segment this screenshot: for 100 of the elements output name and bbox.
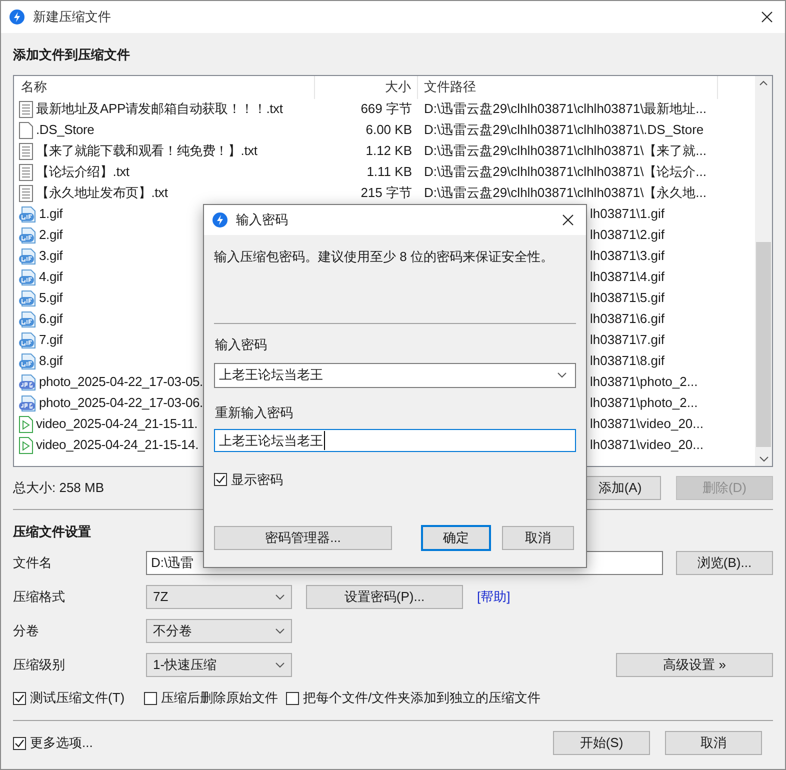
scrollbar[interactable] (755, 76, 772, 466)
file-size: 215 字节 (360, 185, 412, 200)
scroll-down-icon (758, 456, 768, 462)
checkbox[interactable] (214, 473, 227, 486)
gif-file-icon (19, 352, 36, 370)
total-size: 总大小: 258 MB (13, 478, 104, 497)
file-name: video_2025-04-24_21-15-11. (36, 415, 198, 434)
file-name: photo_2025-04-22_17-03-06. (39, 394, 203, 412)
check-icon (14, 738, 25, 748)
file-size: 6.00 KB (366, 122, 412, 138)
file-path: D:\迅雷云盘29\clhlh03871\clhlh03871\.DS_Store (424, 122, 704, 138)
file-icon (19, 122, 33, 138)
file-size: 669 字节 (360, 101, 412, 116)
file-path: D:\迅雷云盘29\clhlh03871\clhlh03871\【论坛介... (424, 164, 707, 180)
gif-file-icon (19, 290, 36, 306)
file-path: D:\迅雷云盘29\clhlh03871\clhlh03871\【永久地... (424, 185, 707, 200)
checkbox[interactable] (286, 692, 299, 704)
file-size: 1.11 KB (366, 164, 412, 180)
file-path: lh03871\7.gif (590, 332, 664, 348)
file-path: lh03871\video_20... (590, 416, 704, 432)
chevron-down-icon (275, 628, 285, 634)
document-icon (19, 100, 33, 118)
file-name: 2.gif (39, 226, 63, 244)
file-path: D:\迅雷云盘29\clhlh03871\clhlh03871\【来了就... (424, 143, 707, 158)
check-icon (215, 474, 226, 486)
help-link[interactable]: [帮助] (477, 587, 510, 607)
gif-file-icon (19, 248, 36, 264)
file-name: 8.gif (39, 352, 63, 370)
dialog-title: 输入密码 (236, 211, 289, 230)
file-path: lh03871\5.gif (590, 290, 664, 306)
file-name: photo_2025-04-22_17-03-05. (39, 373, 203, 392)
video-file-icon (19, 416, 33, 432)
column-header[interactable]: 文件路径 (418, 76, 718, 98)
file-name: 3.gif (39, 247, 63, 266)
checkbox-label: 压缩后删除原始文件 (161, 689, 278, 708)
field-label: 重新输入密码 (214, 404, 294, 422)
confirm-password-field[interactable]: 上老王论坛当老王 (214, 429, 576, 452)
document-icon (19, 164, 33, 180)
set-password-button[interactable]: 设置密码(P)... (306, 585, 463, 609)
file-name: 5.gif (39, 289, 63, 308)
file-name: 【永久地址发布页】.txt (36, 184, 168, 202)
file-name: 7.gif (39, 331, 63, 350)
checkbox-label: 更多选项... (30, 734, 93, 752)
column-header[interactable]: 大小 (315, 76, 418, 98)
checkbox[interactable] (144, 692, 157, 704)
button[interactable]: 确定 (421, 524, 491, 550)
file-path: lh03871\2.gif (590, 227, 664, 242)
file-name: 【论坛介绍】.txt (36, 163, 130, 182)
gif-file-icon (19, 310, 36, 328)
field-label: 压缩格式 (13, 588, 66, 606)
file-name: 最新地址及APP请发邮箱自动获取！！！.txt (36, 100, 283, 118)
file-path: lh03871\photo_2... (590, 374, 698, 390)
level-dropdown[interactable]: 1-快速压缩 (146, 653, 292, 677)
file-name: .DS_Store (36, 121, 94, 140)
column-header[interactable]: 名称 (14, 76, 315, 98)
window-title: 新建压缩文件 (33, 8, 112, 26)
file-name: 【来了就能下载和观看！纯免费！】.txt (36, 142, 258, 160)
app-logo-icon (212, 212, 228, 228)
field-label: 压缩级别 (13, 656, 66, 674)
split-dropdown[interactable]: 不分卷 (146, 619, 292, 643)
file-path: lh03871\3.gif (590, 248, 664, 264)
format-dropdown[interactable]: 7Z (146, 585, 292, 609)
file-path: lh03871\8.gif (590, 353, 664, 368)
gif-file-icon (19, 268, 36, 286)
field-label: 文件名 (13, 554, 53, 572)
file-name: video_2025-04-24_21-15-14. (36, 436, 198, 454)
gif-file-icon (19, 332, 36, 348)
checkbox-label: 显示密码 (231, 471, 283, 489)
scroll-up-icon (759, 80, 768, 86)
advanced-settings-button[interactable]: 高级设置 » (616, 653, 773, 677)
button[interactable]: 开始(S) (553, 731, 650, 755)
document-icon (19, 184, 33, 202)
password-combobox[interactable]: 上老王论坛当老王 (214, 362, 576, 388)
close-icon (562, 214, 574, 226)
chevron-down-icon (275, 594, 285, 600)
file-name: 6.gif (39, 310, 63, 328)
file-name: 4.gif (39, 268, 63, 286)
browse-button[interactable]: 浏览(B)... (676, 551, 773, 575)
image-file-icon (19, 394, 36, 412)
close-icon (761, 11, 773, 23)
checkbox-label: 把每个文件/文件夹添加到独立的压缩文件 (303, 689, 541, 708)
gif-file-icon (19, 226, 36, 244)
section-title: 添加文件到压缩文件 (13, 46, 130, 64)
file-path: D:\迅雷云盘29\clhlh03871\clhlh03871\最新地址... (424, 101, 707, 116)
file-path: lh03871\1.gif (590, 206, 664, 222)
scrollbar-thumb[interactable] (756, 242, 771, 447)
section-title: 压缩文件设置 (13, 522, 91, 540)
button[interactable]: 取消 (665, 731, 762, 755)
checkbox[interactable] (13, 736, 26, 750)
app-logo-icon (9, 9, 25, 25)
button[interactable]: 取消 (502, 526, 574, 550)
file-name: 1.gif (39, 205, 63, 224)
image-file-icon (19, 374, 36, 390)
file-path: lh03871\4.gif (590, 269, 664, 284)
gif-file-icon (19, 206, 36, 222)
checkbox[interactable] (13, 692, 26, 704)
button[interactable]: 密码管理器... (214, 526, 392, 550)
dialog-description: 输入压缩包密码。建议使用至少 8 位的密码来保证安全性。 (214, 248, 554, 265)
chevron-down-icon (275, 662, 285, 668)
file-size: 1.12 KB (366, 143, 412, 158)
